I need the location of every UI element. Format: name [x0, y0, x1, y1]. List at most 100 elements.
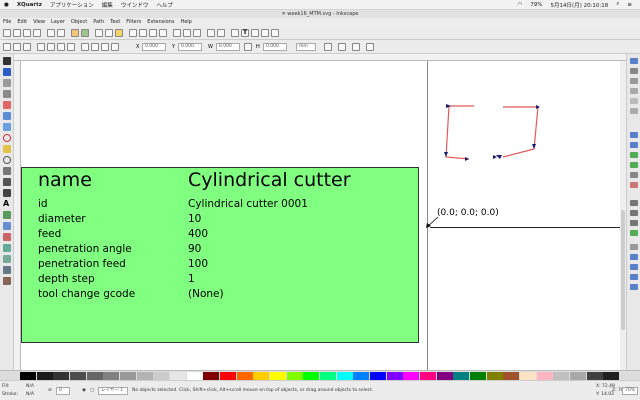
menu-layer[interactable]: Layer — [51, 19, 65, 25]
palette-swatch[interactable] — [20, 372, 37, 380]
palette-swatch[interactable] — [70, 372, 87, 380]
rotate-cw-icon[interactable] — [47, 43, 55, 51]
palette-swatch[interactable] — [170, 372, 187, 380]
palette-swatch[interactable] — [253, 372, 270, 380]
spiral-tool-icon[interactable] — [3, 156, 11, 164]
width-field[interactable]: 0.000 — [216, 43, 240, 51]
snap-centers-icon[interactable] — [630, 200, 638, 206]
height-field[interactable]: 0.000 — [263, 43, 287, 51]
palette-swatch[interactable] — [536, 372, 553, 380]
zoom-page-icon[interactable] — [149, 29, 157, 37]
palette-swatch[interactable] — [486, 372, 503, 380]
snap-bbox-center-icon[interactable] — [630, 108, 638, 114]
gradient-tool-icon[interactable] — [3, 244, 11, 252]
unit-select[interactable]: mm — [296, 43, 316, 51]
palette-swatch[interactable] — [220, 372, 237, 380]
save-icon[interactable] — [23, 29, 31, 37]
tool-info-card[interactable]: name Cylindrical cutter id Cylindrical c… — [21, 167, 419, 343]
text-font-icon[interactable]: T — [241, 29, 249, 37]
rectangle-tool-icon[interactable] — [3, 112, 11, 120]
palette-swatch[interactable] — [586, 372, 603, 380]
palette-swatch[interactable] — [386, 372, 403, 380]
eraser-tool-icon[interactable] — [3, 222, 11, 230]
text-tool-icon[interactable]: A — [3, 200, 11, 208]
select-all-layers-icon[interactable] — [13, 43, 21, 51]
menu-extensions[interactable]: Extensions — [147, 19, 174, 25]
search-icon[interactable]: ⌕ — [616, 1, 619, 8]
opacity-field[interactable]: 0 — [56, 387, 70, 395]
print-icon[interactable] — [33, 29, 41, 37]
snap-text-baseline-icon[interactable] — [630, 220, 638, 226]
scale-corners-icon[interactable] — [338, 43, 346, 51]
menu-view[interactable]: View — [33, 19, 45, 25]
fill-stroke-icon[interactable] — [231, 29, 239, 37]
open-icon[interactable] — [13, 29, 21, 37]
flip-horizontal-icon[interactable] — [57, 43, 65, 51]
unlink-clone-icon[interactable] — [193, 29, 201, 37]
menu-edit[interactable]: Edit — [17, 19, 27, 25]
pencil-tool-icon[interactable] — [3, 167, 11, 175]
palette-swatch[interactable] — [86, 372, 103, 380]
new-document-icon[interactable] — [3, 29, 11, 37]
mac-menu-edit[interactable]: 編集 — [102, 1, 113, 9]
vertical-ruler[interactable] — [14, 61, 21, 370]
mac-menu-app[interactable]: アプリケーション — [50, 1, 94, 9]
spray-tool-icon[interactable] — [3, 211, 11, 219]
import-icon[interactable] — [47, 29, 55, 37]
horizontal-ruler[interactable] — [14, 54, 626, 61]
select-all-icon[interactable] — [3, 43, 11, 51]
star-tool-icon[interactable] — [3, 145, 11, 153]
measure-tool-icon[interactable] — [3, 101, 11, 109]
palette-swatch[interactable] — [570, 372, 587, 380]
palette-swatch[interactable] — [336, 372, 353, 380]
paste-icon[interactable] — [115, 29, 123, 37]
snap-smooth-nodes-icon[interactable] — [630, 172, 638, 178]
palette-swatch[interactable] — [520, 372, 537, 380]
palette-swatch[interactable] — [320, 372, 337, 380]
palette-swatch[interactable] — [603, 372, 620, 380]
mac-menu-window[interactable]: ウインドウ — [121, 1, 149, 9]
raise-to-top-icon[interactable] — [81, 43, 89, 51]
align-distribute-icon[interactable] — [261, 29, 269, 37]
snap-midpoints-icon[interactable] — [630, 182, 638, 188]
raise-icon[interactable] — [91, 43, 99, 51]
duplicate-icon[interactable] — [173, 29, 181, 37]
redo-icon[interactable] — [81, 29, 89, 37]
palette-swatch[interactable] — [236, 372, 253, 380]
pen-tool-icon[interactable] — [3, 178, 11, 186]
snap-others-3-icon[interactable] — [630, 284, 638, 290]
palette-swatch[interactable] — [353, 372, 370, 380]
clock[interactable]: 5月14日(月) 20:10:18 — [551, 1, 609, 9]
wifi-icon[interactable]: ◠ — [518, 2, 523, 8]
connector-tool-icon[interactable] — [3, 277, 11, 285]
palette-swatch[interactable] — [503, 372, 520, 380]
menu-object[interactable]: Object — [71, 19, 87, 25]
zoom-field[interactable]: 70% — [622, 387, 638, 395]
group-icon[interactable] — [207, 29, 215, 37]
zoom-selection-icon[interactable] — [129, 29, 137, 37]
snap-nodes-icon[interactable] — [630, 132, 638, 138]
battery-percent[interactable]: 79% — [530, 2, 542, 8]
layer-select[interactable]: レイヤー 1 — [98, 387, 128, 395]
export-icon[interactable] — [57, 29, 65, 37]
ellipse-tool-icon[interactable] — [3, 134, 11, 142]
node-tool-icon[interactable] — [3, 68, 11, 76]
palette-swatch[interactable] — [403, 372, 420, 380]
snap-intersections-icon[interactable] — [630, 152, 638, 158]
palette-swatch[interactable] — [103, 372, 120, 380]
selector-tool-icon[interactable] — [3, 57, 11, 65]
undo-icon[interactable] — [71, 29, 79, 37]
mesh-tool-icon[interactable] — [3, 255, 11, 263]
cut-icon[interactable] — [105, 29, 113, 37]
menu-text[interactable]: Text — [110, 19, 120, 25]
palette-swatch[interactable] — [36, 372, 53, 380]
menu-file[interactable]: File — [3, 19, 11, 25]
fill-indicator[interactable]: N/A — [26, 384, 34, 389]
move-gradients-icon[interactable] — [352, 43, 360, 51]
ungroup-icon[interactable] — [217, 29, 225, 37]
snap-bbox-midpoint-icon[interactable] — [630, 98, 638, 104]
snap-guides-icon[interactable] — [630, 254, 638, 260]
palette-swatch[interactable] — [186, 372, 203, 380]
snap-toggle-icon[interactable] — [630, 58, 638, 64]
menu-list-icon[interactable]: ≡ — [627, 2, 632, 8]
